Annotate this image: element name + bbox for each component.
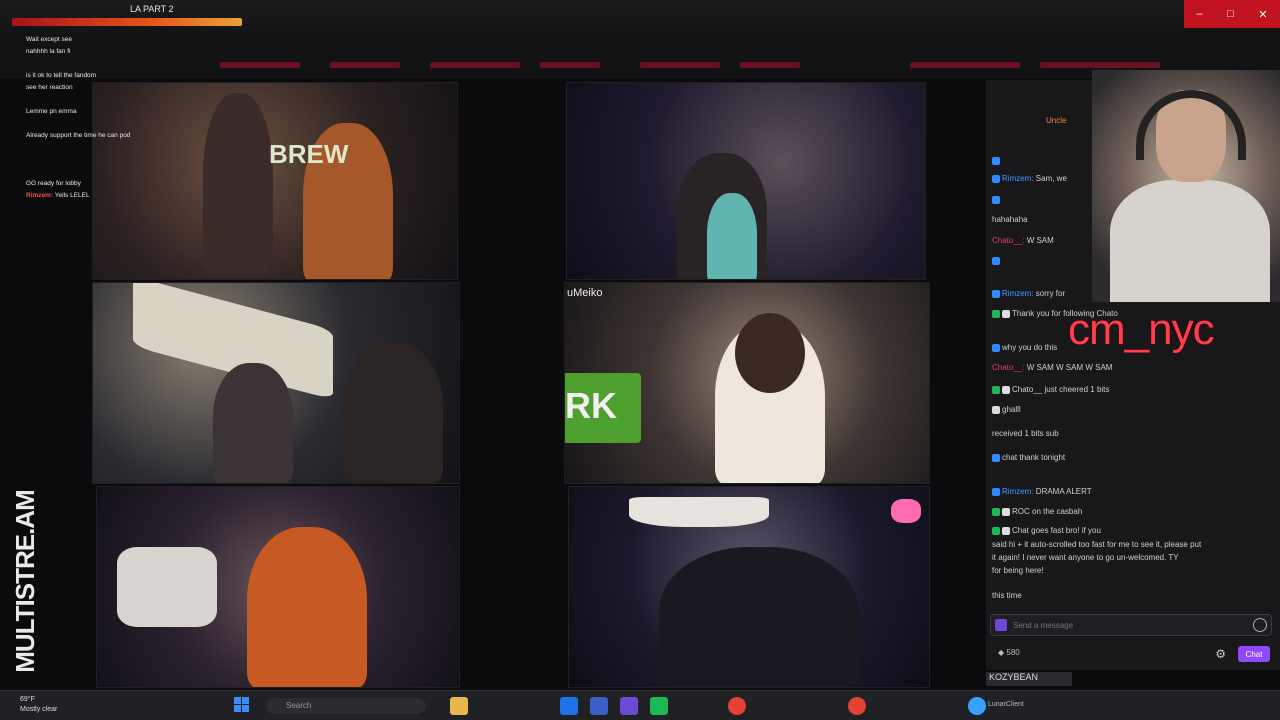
- multistream-watermark: MULTISTRE.AM: [4, 486, 44, 686]
- stream-tile[interactable]: [96, 486, 460, 688]
- taskbar: 69°F Mostly clear Search LunarClient: [0, 690, 1280, 720]
- title-bar: LA PART 2 – □ ✕: [0, 0, 1280, 34]
- chat-message: chat thank tonight: [992, 453, 1262, 462]
- overlay-chat-line: Rimzem: Yells LELEL: [26, 192, 90, 199]
- chat-message: this time: [992, 591, 1022, 600]
- taskbar-search[interactable]: Search: [266, 698, 426, 714]
- brew-sign: BREW: [269, 139, 349, 169]
- bookmark-item[interactable]: [910, 62, 1020, 68]
- chat-send-button[interactable]: Chat: [1238, 646, 1270, 662]
- bookmark-item[interactable]: [740, 62, 800, 68]
- stream-tile[interactable]: [566, 82, 926, 280]
- user-badge[interactable]: KOZYBEAN: [986, 672, 1072, 686]
- alert-streak: [12, 18, 242, 26]
- tab-title[interactable]: LA PART 2: [130, 4, 174, 14]
- chat-input[interactable]: [1011, 618, 1251, 632]
- channel-points[interactable]: ◆ 580: [998, 648, 1020, 657]
- close-icon[interactable]: ✕: [1258, 8, 1267, 21]
- chrome-icon[interactable]: [728, 697, 746, 715]
- chat-message: ROC on the casbah: [992, 507, 1262, 516]
- streamer-name: uMeiko: [567, 287, 603, 299]
- overlay-chat-line: is it ok to tell the fandom: [26, 72, 97, 79]
- headphones-icon: [1136, 90, 1246, 160]
- app-icon[interactable]: [590, 697, 608, 715]
- multistream-grid: BREW uMeiko RK: [92, 80, 932, 688]
- chat-message: ghalll: [992, 405, 1262, 414]
- chat-message: Chato__ just cheered 1 bits: [992, 385, 1262, 394]
- app-icon[interactable]: [650, 697, 668, 715]
- overlay-chat-line: [26, 156, 216, 168]
- streamer-overlay-name: cm_nyc: [1068, 305, 1215, 354]
- overlay-chat-line: [26, 120, 216, 132]
- stream-tile[interactable]: [568, 486, 930, 688]
- stream-tile[interactable]: [92, 282, 460, 484]
- overlay-chat-line: Already support the time he can pod: [26, 132, 131, 139]
- overlay-chat-line: [26, 144, 216, 156]
- facecam: [1092, 70, 1280, 302]
- taskbar-window-label[interactable]: LunarClient: [988, 701, 1024, 708]
- rk-sign: RK: [565, 385, 617, 426]
- chat-input-box[interactable]: [990, 614, 1272, 636]
- stream-tile[interactable]: uMeiko RK: [564, 282, 930, 484]
- bookmark-item[interactable]: [640, 62, 720, 68]
- chat-message: Rimzem: DRAMA ALERT: [992, 487, 1262, 496]
- overlay-chat-line: Lemme pn emma: [26, 108, 77, 115]
- overlay-chat-line: see her reaction: [26, 84, 73, 91]
- chrome-icon[interactable]: [848, 697, 866, 715]
- chat-message: Chat goes fast bro! if you: [992, 526, 1262, 535]
- app-icon[interactable]: [560, 697, 578, 715]
- chat-message: for being here!: [992, 566, 1044, 575]
- user-color-icon: [995, 619, 1007, 631]
- overlay-chat-line: Wait except see: [26, 36, 73, 43]
- overlay-chat-line: [26, 96, 216, 108]
- screen: LA PART 2 – □ ✕ BREW uMeiko RK Wait exce…: [0, 0, 1280, 720]
- chat-message: it again! I never want anyone to go un-w…: [992, 553, 1179, 562]
- minimize-icon[interactable]: –: [1196, 8, 1202, 20]
- file-explorer-icon[interactable]: [450, 697, 468, 715]
- chat-message: Chato__: W SAM W SAM W SAM: [992, 363, 1113, 372]
- app-icon[interactable]: [620, 697, 638, 715]
- bookmark-item[interactable]: [1040, 62, 1160, 68]
- window-controls: – □ ✕: [1184, 0, 1280, 28]
- watermark-text: MULTISTRE.AM: [9, 490, 40, 673]
- overlay-chat-line: nahhhh la fan fi: [26, 48, 71, 55]
- app-icon[interactable]: [968, 697, 986, 715]
- overlay-chat-line: [26, 60, 216, 72]
- windows-start-icon[interactable]: [234, 697, 250, 713]
- chat-message: said hi + it auto-scrolled too fast for …: [992, 540, 1202, 549]
- gear-icon[interactable]: ⚙: [1215, 647, 1226, 661]
- chat-actions: ◆ 580 ⚙ Chat: [990, 644, 1272, 666]
- bookmark-item[interactable]: [330, 62, 400, 68]
- emoji-icon[interactable]: [1253, 618, 1267, 632]
- overlay-chat-line: [26, 168, 216, 180]
- overlay-chat-line: GG ready for lobby: [26, 180, 81, 187]
- chat-message: received 1 bits sub: [992, 429, 1059, 438]
- bookmark-item[interactable]: [540, 62, 600, 68]
- weather-widget[interactable]: 69°F Mostly clear: [20, 695, 57, 715]
- maximize-icon[interactable]: □: [1227, 8, 1234, 20]
- bookmark-item[interactable]: [430, 62, 520, 68]
- overlay-chat: Wait except see nahhhh la fan fi is it o…: [26, 36, 216, 204]
- bookmark-item[interactable]: [220, 62, 300, 68]
